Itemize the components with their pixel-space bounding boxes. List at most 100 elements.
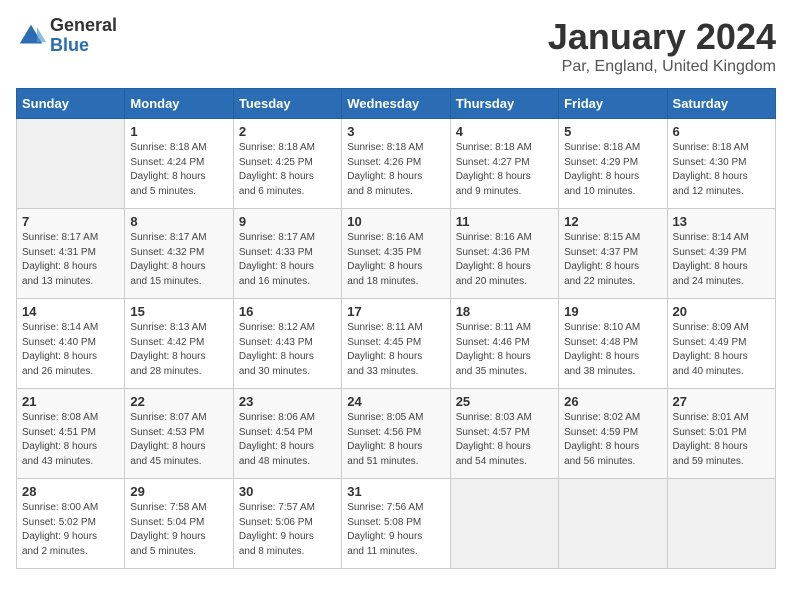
day-number: 5 xyxy=(564,124,661,139)
calendar-cell: 28 Sunrise: 8:00 AM Sunset: 5:02 PM Dayli… xyxy=(17,479,125,569)
header-day-tuesday: Tuesday xyxy=(233,89,341,119)
title-area: January 2024 Par, England, United Kingdo… xyxy=(548,16,776,76)
calendar-week-row: 21 Sunrise: 8:08 AM Sunset: 4:51 PM Dayli… xyxy=(17,389,776,479)
day-info: Sunrise: 8:14 AM Sunset: 4:40 PM Dayligh… xyxy=(22,321,119,379)
day-number: 20 xyxy=(673,304,770,319)
day-number: 10 xyxy=(347,214,444,229)
calendar-cell: 22 Sunrise: 8:07 AM Sunset: 4:53 PM Dayli… xyxy=(125,389,233,479)
day-info: Sunrise: 7:58 AM Sunset: 5:04 PM Dayligh… xyxy=(130,501,227,559)
day-number: 12 xyxy=(564,214,661,229)
day-info: Sunrise: 8:18 AM Sunset: 4:24 PM Dayligh… xyxy=(130,141,227,199)
day-info: Sunrise: 8:07 AM Sunset: 4:53 PM Dayligh… xyxy=(130,411,227,469)
calendar-cell: 16Sunrise: 8:12 AM Sunset: 4:43 PM Dayli… xyxy=(233,299,341,389)
day-number: 23 xyxy=(239,394,336,409)
day-info: Sunrise: 8:17 AM Sunset: 4:33 PM Dayligh… xyxy=(239,231,336,289)
calendar-cell xyxy=(667,479,775,569)
calendar-header-row: SundayMondayTuesdayWednesdayThursdayFrid… xyxy=(17,89,776,119)
day-number: 9 xyxy=(239,214,336,229)
calendar-title: January 2024 xyxy=(548,16,776,58)
calendar-cell xyxy=(559,479,667,569)
day-number: 13 xyxy=(673,214,770,229)
calendar-cell: 5 Sunrise: 8:18 AM Sunset: 4:29 PM Daylig… xyxy=(559,119,667,209)
day-info: Sunrise: 8:01 AM Sunset: 5:01 PM Dayligh… xyxy=(673,411,770,469)
calendar-week-row: 14 Sunrise: 8:14 AM Sunset: 4:40 PM Dayli… xyxy=(17,299,776,389)
day-number: 6 xyxy=(673,124,770,139)
calendar-cell: 23 Sunrise: 8:06 AM Sunset: 4:54 PM Dayli… xyxy=(233,389,341,479)
day-info: Sunrise: 8:11 AM Sunset: 4:45 PM Dayligh… xyxy=(347,321,444,379)
day-number: 21 xyxy=(22,394,119,409)
day-info: Sunrise: 8:09 AM Sunset: 4:49 PM Dayligh… xyxy=(673,321,770,379)
calendar-cell: 1Sunrise: 8:18 AM Sunset: 4:24 PM Daylig… xyxy=(125,119,233,209)
day-info: Sunrise: 8:00 AM Sunset: 5:02 PM Dayligh… xyxy=(22,501,119,559)
calendar-cell: 4 Sunrise: 8:18 AM Sunset: 4:27 PM Daylig… xyxy=(450,119,558,209)
day-number: 8 xyxy=(130,214,227,229)
day-number: 31 xyxy=(347,484,444,499)
day-info: Sunrise: 8:18 AM Sunset: 4:25 PM Dayligh… xyxy=(239,141,336,199)
day-number: 30 xyxy=(239,484,336,499)
day-info: Sunrise: 8:03 AM Sunset: 4:57 PM Dayligh… xyxy=(456,411,553,469)
calendar-cell: 9 Sunrise: 8:17 AM Sunset: 4:33 PM Daylig… xyxy=(233,209,341,299)
day-info: Sunrise: 8:06 AM Sunset: 4:54 PM Dayligh… xyxy=(239,411,336,469)
day-number: 24 xyxy=(347,394,444,409)
day-info: Sunrise: 8:11 AM Sunset: 4:46 PM Dayligh… xyxy=(456,321,553,379)
calendar-table: SundayMondayTuesdayWednesdayThursdayFrid… xyxy=(16,88,776,569)
logo: General Blue xyxy=(16,16,117,56)
calendar-cell xyxy=(17,119,125,209)
calendar-week-row: 28 Sunrise: 8:00 AM Sunset: 5:02 PM Dayli… xyxy=(17,479,776,569)
day-number: 26 xyxy=(564,394,661,409)
calendar-cell: 18Sunrise: 8:11 AM Sunset: 4:46 PM Dayli… xyxy=(450,299,558,389)
header-day-monday: Monday xyxy=(125,89,233,119)
calendar-cell: 19Sunrise: 8:10 AM Sunset: 4:48 PM Dayli… xyxy=(559,299,667,389)
calendar-subtitle: Par, England, United Kingdom xyxy=(548,58,776,76)
header-day-saturday: Saturday xyxy=(667,89,775,119)
calendar-cell: 13 Sunrise: 8:14 AM Sunset: 4:39 PM Dayli… xyxy=(667,209,775,299)
calendar-cell: 8 Sunrise: 8:17 AM Sunset: 4:32 PM Daylig… xyxy=(125,209,233,299)
day-number: 16 xyxy=(239,304,336,319)
day-info: Sunrise: 8:16 AM Sunset: 4:36 PM Dayligh… xyxy=(456,231,553,289)
calendar-cell: 31Sunrise: 7:56 AM Sunset: 5:08 PM Dayli… xyxy=(342,479,450,569)
logo-blue-text: Blue xyxy=(50,36,117,56)
day-info: Sunrise: 8:02 AM Sunset: 4:59 PM Dayligh… xyxy=(564,411,661,469)
day-info: Sunrise: 8:08 AM Sunset: 4:51 PM Dayligh… xyxy=(22,411,119,469)
calendar-cell: 2 Sunrise: 8:18 AM Sunset: 4:25 PM Daylig… xyxy=(233,119,341,209)
calendar-cell xyxy=(450,479,558,569)
day-number: 14 xyxy=(22,304,119,319)
day-number: 3 xyxy=(347,124,444,139)
header-day-friday: Friday xyxy=(559,89,667,119)
day-info: Sunrise: 8:15 AM Sunset: 4:37 PM Dayligh… xyxy=(564,231,661,289)
day-number: 27 xyxy=(673,394,770,409)
calendar-week-row: 7 Sunrise: 8:17 AM Sunset: 4:31 PM Daylig… xyxy=(17,209,776,299)
day-number: 28 xyxy=(22,484,119,499)
header-day-thursday: Thursday xyxy=(450,89,558,119)
header: General Blue January 2024 Par, England, … xyxy=(16,16,776,76)
day-info: Sunrise: 8:05 AM Sunset: 4:56 PM Dayligh… xyxy=(347,411,444,469)
day-info: Sunrise: 8:18 AM Sunset: 4:30 PM Dayligh… xyxy=(673,141,770,199)
day-info: Sunrise: 8:17 AM Sunset: 4:32 PM Dayligh… xyxy=(130,231,227,289)
calendar-cell: 3 Sunrise: 8:18 AM Sunset: 4:26 PM Daylig… xyxy=(342,119,450,209)
logo-text: General Blue xyxy=(50,16,117,56)
header-day-sunday: Sunday xyxy=(17,89,125,119)
day-number: 4 xyxy=(456,124,553,139)
day-number: 2 xyxy=(239,124,336,139)
day-info: Sunrise: 8:18 AM Sunset: 4:29 PM Dayligh… xyxy=(564,141,661,199)
logo-icon xyxy=(16,21,46,51)
day-info: Sunrise: 8:17 AM Sunset: 4:31 PM Dayligh… xyxy=(22,231,119,289)
day-info: Sunrise: 8:14 AM Sunset: 4:39 PM Dayligh… xyxy=(673,231,770,289)
day-number: 7 xyxy=(22,214,119,229)
header-day-wednesday: Wednesday xyxy=(342,89,450,119)
day-info: Sunrise: 8:10 AM Sunset: 4:48 PM Dayligh… xyxy=(564,321,661,379)
day-number: 15 xyxy=(130,304,227,319)
day-number: 22 xyxy=(130,394,227,409)
calendar-cell: 20 Sunrise: 8:09 AM Sunset: 4:49 PM Dayli… xyxy=(667,299,775,389)
calendar-cell: 27 Sunrise: 8:01 AM Sunset: 5:01 PM Dayli… xyxy=(667,389,775,479)
day-number: 11 xyxy=(456,214,553,229)
calendar-cell: 7 Sunrise: 8:17 AM Sunset: 4:31 PM Daylig… xyxy=(17,209,125,299)
calendar-cell: 10Sunrise: 8:16 AM Sunset: 4:35 PM Dayli… xyxy=(342,209,450,299)
day-info: Sunrise: 8:18 AM Sunset: 4:26 PM Dayligh… xyxy=(347,141,444,199)
calendar-cell: 21 Sunrise: 8:08 AM Sunset: 4:51 PM Dayli… xyxy=(17,389,125,479)
calendar-cell: 30Sunrise: 7:57 AM Sunset: 5:06 PM Dayli… xyxy=(233,479,341,569)
calendar-cell: 29Sunrise: 7:58 AM Sunset: 5:04 PM Dayli… xyxy=(125,479,233,569)
calendar-cell: 17Sunrise: 8:11 AM Sunset: 4:45 PM Dayli… xyxy=(342,299,450,389)
calendar-cell: 6 Sunrise: 8:18 AM Sunset: 4:30 PM Daylig… xyxy=(667,119,775,209)
day-info: Sunrise: 8:18 AM Sunset: 4:27 PM Dayligh… xyxy=(456,141,553,199)
